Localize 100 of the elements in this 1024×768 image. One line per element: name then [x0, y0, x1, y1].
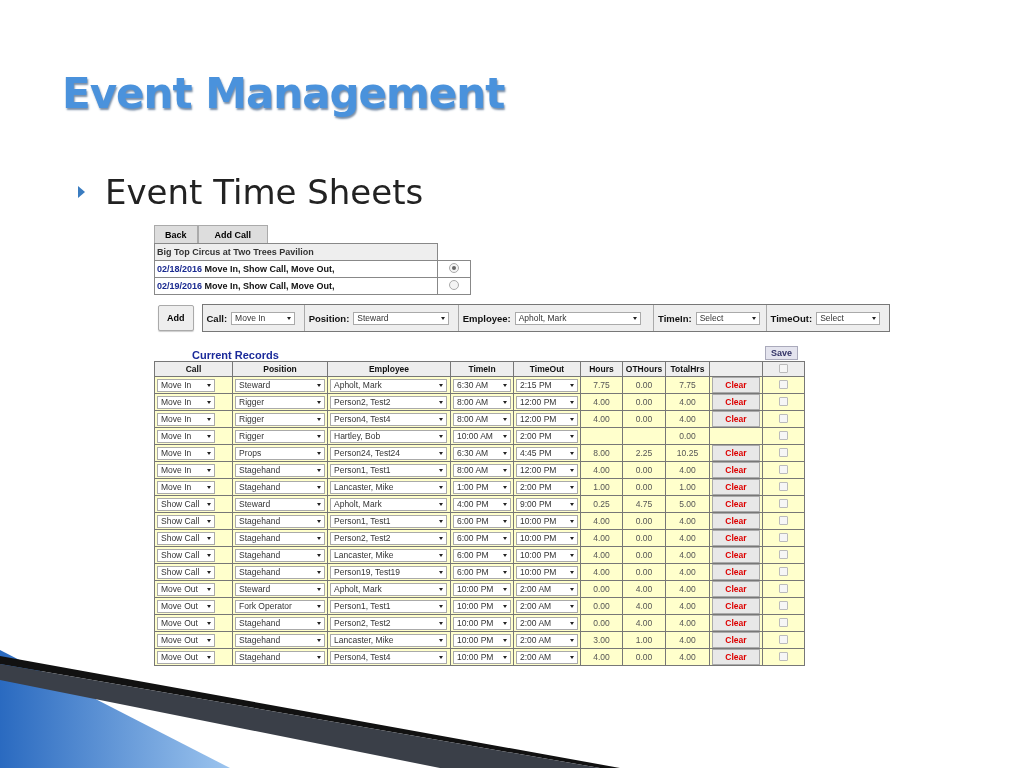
time-in-dropdown[interactable]: 10:00 PM	[453, 650, 511, 664]
employee-dropdown[interactable]: Hartley, Bob	[330, 429, 447, 443]
clear-button[interactable]: Clear	[712, 530, 760, 546]
call-dropdown[interactable]: Move Out	[157, 650, 215, 664]
employee-dropdown[interactable]: Person4, Test4	[330, 412, 447, 426]
position-dropdown[interactable]: Props	[235, 446, 325, 460]
time-out-dropdown[interactable]: 2:15 PM	[516, 378, 578, 392]
time-out-dropdown[interactable]: 2:00 AM	[516, 599, 578, 613]
time-out-dropdown[interactable]: 10:00 PM	[516, 531, 578, 545]
call-dropdown[interactable]: Move In	[157, 463, 215, 477]
call-dropdown[interactable]: Move Out	[157, 616, 215, 630]
call-dropdown[interactable]: Move In	[157, 378, 215, 392]
save-button[interactable]: Save	[764, 346, 798, 360]
position-dropdown[interactable]: Rigger	[235, 412, 325, 426]
position-dropdown[interactable]: Steward	[235, 582, 325, 596]
call-dropdown[interactable]: Show Call	[157, 565, 215, 579]
position-dropdown[interactable]: Stagehand	[235, 616, 325, 630]
time-out-dropdown[interactable]: 2:00 AM	[516, 616, 578, 630]
time-in-dropdown[interactable]: 6:30 AM	[453, 446, 511, 460]
row-checkbox[interactable]	[779, 481, 788, 491]
row-checkbox[interactable]	[779, 396, 788, 406]
position-dropdown[interactable]: Stagehand	[235, 480, 325, 494]
filter-dropdown[interactable]: Apholt, Mark	[514, 311, 641, 325]
employee-dropdown[interactable]: Apholt, Mark	[330, 378, 447, 392]
row-checkbox[interactable]	[779, 379, 788, 389]
time-out-dropdown[interactable]: 10:00 PM	[516, 548, 578, 562]
time-out-dropdown[interactable]: 2:00 AM	[516, 650, 578, 664]
clear-button[interactable]: Clear	[712, 479, 760, 495]
position-dropdown[interactable]: Fork Operator	[235, 599, 325, 613]
call-dropdown[interactable]: Move Out	[157, 633, 215, 647]
time-in-dropdown[interactable]: 6:00 PM	[453, 514, 511, 528]
employee-dropdown[interactable]: Apholt, Mark	[330, 497, 447, 511]
position-dropdown[interactable]: Stagehand	[235, 463, 325, 477]
time-out-dropdown[interactable]: 2:00 PM	[516, 429, 578, 443]
time-out-dropdown[interactable]: 9:00 PM	[516, 497, 578, 511]
row-checkbox[interactable]	[779, 600, 788, 610]
nav-button[interactable]: Add Call	[197, 225, 269, 243]
clear-button[interactable]: Clear	[712, 513, 760, 529]
employee-dropdown[interactable]: Person2, Test2	[330, 395, 447, 409]
nav-button[interactable]: Back	[154, 225, 198, 243]
date-radio[interactable]	[449, 280, 459, 290]
time-in-dropdown[interactable]: 10:00 PM	[453, 582, 511, 596]
clear-button[interactable]: Clear	[712, 632, 760, 648]
employee-dropdown[interactable]: Person4, Test4	[330, 650, 447, 664]
position-dropdown[interactable]: Stagehand	[235, 633, 325, 647]
time-in-dropdown[interactable]: 8:00 AM	[453, 463, 511, 477]
time-in-dropdown[interactable]: 6:30 AM	[453, 378, 511, 392]
clear-button[interactable]: Clear	[712, 649, 760, 665]
time-in-dropdown[interactable]: 6:00 PM	[453, 531, 511, 545]
time-in-dropdown[interactable]: 10:00 PM	[453, 633, 511, 647]
time-out-dropdown[interactable]: 12:00 PM	[516, 463, 578, 477]
employee-dropdown[interactable]: Lancaster, Mike	[330, 633, 447, 647]
row-checkbox[interactable]	[779, 549, 788, 559]
call-dropdown[interactable]: Move In	[157, 412, 215, 426]
row-checkbox[interactable]	[779, 583, 788, 593]
add-button[interactable]: Add	[158, 305, 194, 331]
clear-button[interactable]: Clear	[712, 547, 760, 563]
time-in-dropdown[interactable]: 8:00 AM	[453, 412, 511, 426]
filter-dropdown[interactable]: Move In	[231, 311, 296, 325]
employee-dropdown[interactable]: Lancaster, Mike	[330, 480, 447, 494]
row-checkbox[interactable]	[779, 532, 788, 542]
row-checkbox[interactable]	[779, 566, 788, 576]
clear-button[interactable]: Clear	[712, 581, 760, 597]
clear-button[interactable]: Clear	[712, 411, 760, 427]
time-in-dropdown[interactable]: 10:00 AM	[453, 429, 511, 443]
time-out-dropdown[interactable]: 2:00 AM	[516, 633, 578, 647]
position-dropdown[interactable]: Stagehand	[235, 565, 325, 579]
position-dropdown[interactable]: Rigger	[235, 429, 325, 443]
position-dropdown[interactable]: Steward	[235, 497, 325, 511]
time-out-dropdown[interactable]: 10:00 PM	[516, 565, 578, 579]
position-dropdown[interactable]: Stagehand	[235, 514, 325, 528]
time-in-dropdown[interactable]: 4:00 PM	[453, 497, 511, 511]
time-in-dropdown[interactable]: 8:00 AM	[453, 395, 511, 409]
call-dropdown[interactable]: Show Call	[157, 548, 215, 562]
employee-dropdown[interactable]: Person2, Test2	[330, 616, 447, 630]
clear-button[interactable]: Clear	[712, 462, 760, 478]
row-checkbox[interactable]	[779, 464, 788, 474]
employee-dropdown[interactable]: Person2, Test2	[330, 531, 447, 545]
employee-dropdown[interactable]: Person1, Test1	[330, 514, 447, 528]
position-dropdown[interactable]: Steward	[235, 378, 325, 392]
employee-dropdown[interactable]: Apholt, Mark	[330, 582, 447, 596]
call-dropdown[interactable]: Show Call	[157, 531, 215, 545]
row-checkbox[interactable]	[779, 651, 788, 661]
time-out-dropdown[interactable]: 4:45 PM	[516, 446, 578, 460]
filter-dropdown[interactable]: Steward	[353, 311, 450, 325]
clear-button[interactable]: Clear	[712, 377, 760, 393]
time-in-dropdown[interactable]: 6:00 PM	[453, 548, 511, 562]
position-dropdown[interactable]: Stagehand	[235, 531, 325, 545]
clear-button[interactable]: Clear	[712, 598, 760, 614]
row-checkbox[interactable]	[779, 498, 788, 508]
row-checkbox[interactable]	[779, 617, 788, 627]
time-out-dropdown[interactable]: 2:00 AM	[516, 582, 578, 596]
employee-dropdown[interactable]: Lancaster, Mike	[330, 548, 447, 562]
time-out-dropdown[interactable]: 12:00 PM	[516, 412, 578, 426]
call-dropdown[interactable]: Move In	[157, 429, 215, 443]
time-in-dropdown[interactable]: 1:00 PM	[453, 480, 511, 494]
clear-button[interactable]: Clear	[712, 564, 760, 580]
position-dropdown[interactable]: Stagehand	[235, 548, 325, 562]
employee-dropdown[interactable]: Person1, Test1	[330, 599, 447, 613]
call-dropdown[interactable]: Move Out	[157, 582, 215, 596]
